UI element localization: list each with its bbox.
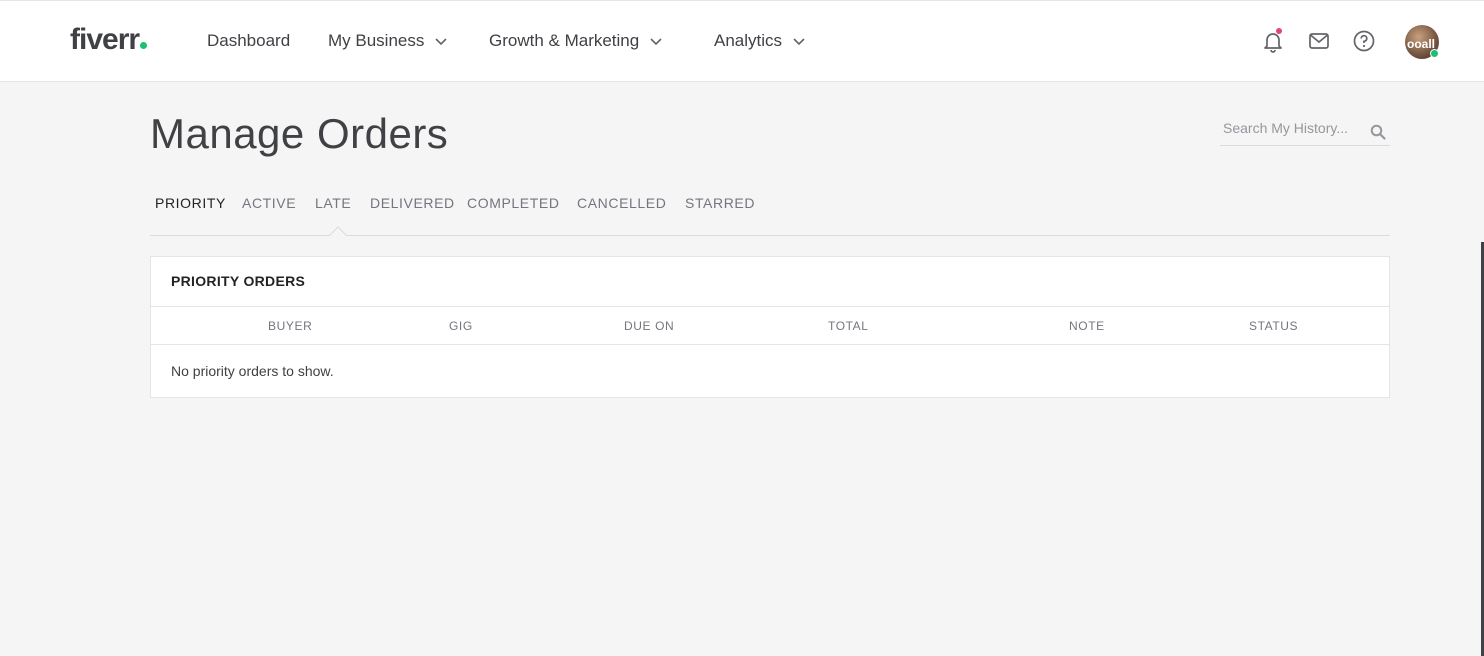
search-icon[interactable] <box>1370 124 1386 140</box>
active-tab-indicator <box>329 226 347 236</box>
tab-late[interactable]: LATE <box>315 195 351 211</box>
panel-header: PRIORITY ORDERS <box>151 257 1389 307</box>
fiverr-logo[interactable]: fiverr <box>70 23 148 57</box>
panel-title: PRIORITY ORDERS <box>171 273 306 289</box>
chevron-down-icon <box>793 38 805 46</box>
envelope-icon[interactable] <box>1307 29 1331 53</box>
nav-my-business[interactable]: My Business <box>328 31 448 51</box>
logo-dot <box>140 42 148 49</box>
chevron-down-icon <box>435 38 447 46</box>
tab-delivered[interactable]: DELIVERED <box>370 195 455 211</box>
column-status[interactable]: STATUS <box>1249 319 1298 333</box>
top-navigation-bar: fiverr Dashboard My Business Growth & Ma… <box>0 0 1484 82</box>
table-header-row: BUYER GIG DUE ON TOTAL NOTE STATUS <box>151 307 1389 345</box>
notification-badge <box>1276 28 1282 34</box>
tab-completed[interactable]: COMPLETED <box>467 195 560 211</box>
chevron-down-icon <box>650 38 662 46</box>
online-status-dot <box>1430 49 1439 58</box>
tab-starred[interactable]: STARRED <box>685 195 755 211</box>
nav-dashboard[interactable]: Dashboard <box>207 31 290 51</box>
column-total[interactable]: TOTAL <box>828 319 869 333</box>
search-input[interactable] <box>1223 120 1363 136</box>
page-title: Manage Orders <box>150 110 449 157</box>
column-note[interactable]: NOTE <box>1069 319 1105 333</box>
empty-state-message: No priority orders to show. <box>171 363 334 379</box>
tab-priority[interactable]: PRIORITY <box>155 195 226 211</box>
nav-my-business-label: My Business <box>328 31 425 50</box>
nav-dashboard-label: Dashboard <box>207 31 291 50</box>
column-due-on[interactable]: DUE ON <box>624 319 674 333</box>
nav-analytics[interactable]: Analytics <box>714 31 806 51</box>
help-icon[interactable] <box>1352 29 1376 53</box>
search-box <box>1220 118 1390 146</box>
nav-analytics-label: Analytics <box>714 31 783 50</box>
nav-growth-marketing-label: Growth & Marketing <box>489 31 640 50</box>
nav-growth-marketing[interactable]: Growth & Marketing <box>489 31 663 51</box>
column-buyer[interactable]: BUYER <box>268 319 312 333</box>
tab-cancelled[interactable]: CANCELLED <box>577 195 666 211</box>
column-gig[interactable]: GIG <box>449 319 473 333</box>
priority-orders-panel: PRIORITY ORDERS BUYER GIG DUE ON TOTAL N… <box>150 256 1390 398</box>
order-tabs: PRIORITY ACTIVE LATE DELIVERED COMPLETED… <box>150 195 1390 236</box>
tab-active[interactable]: ACTIVE <box>242 195 296 211</box>
